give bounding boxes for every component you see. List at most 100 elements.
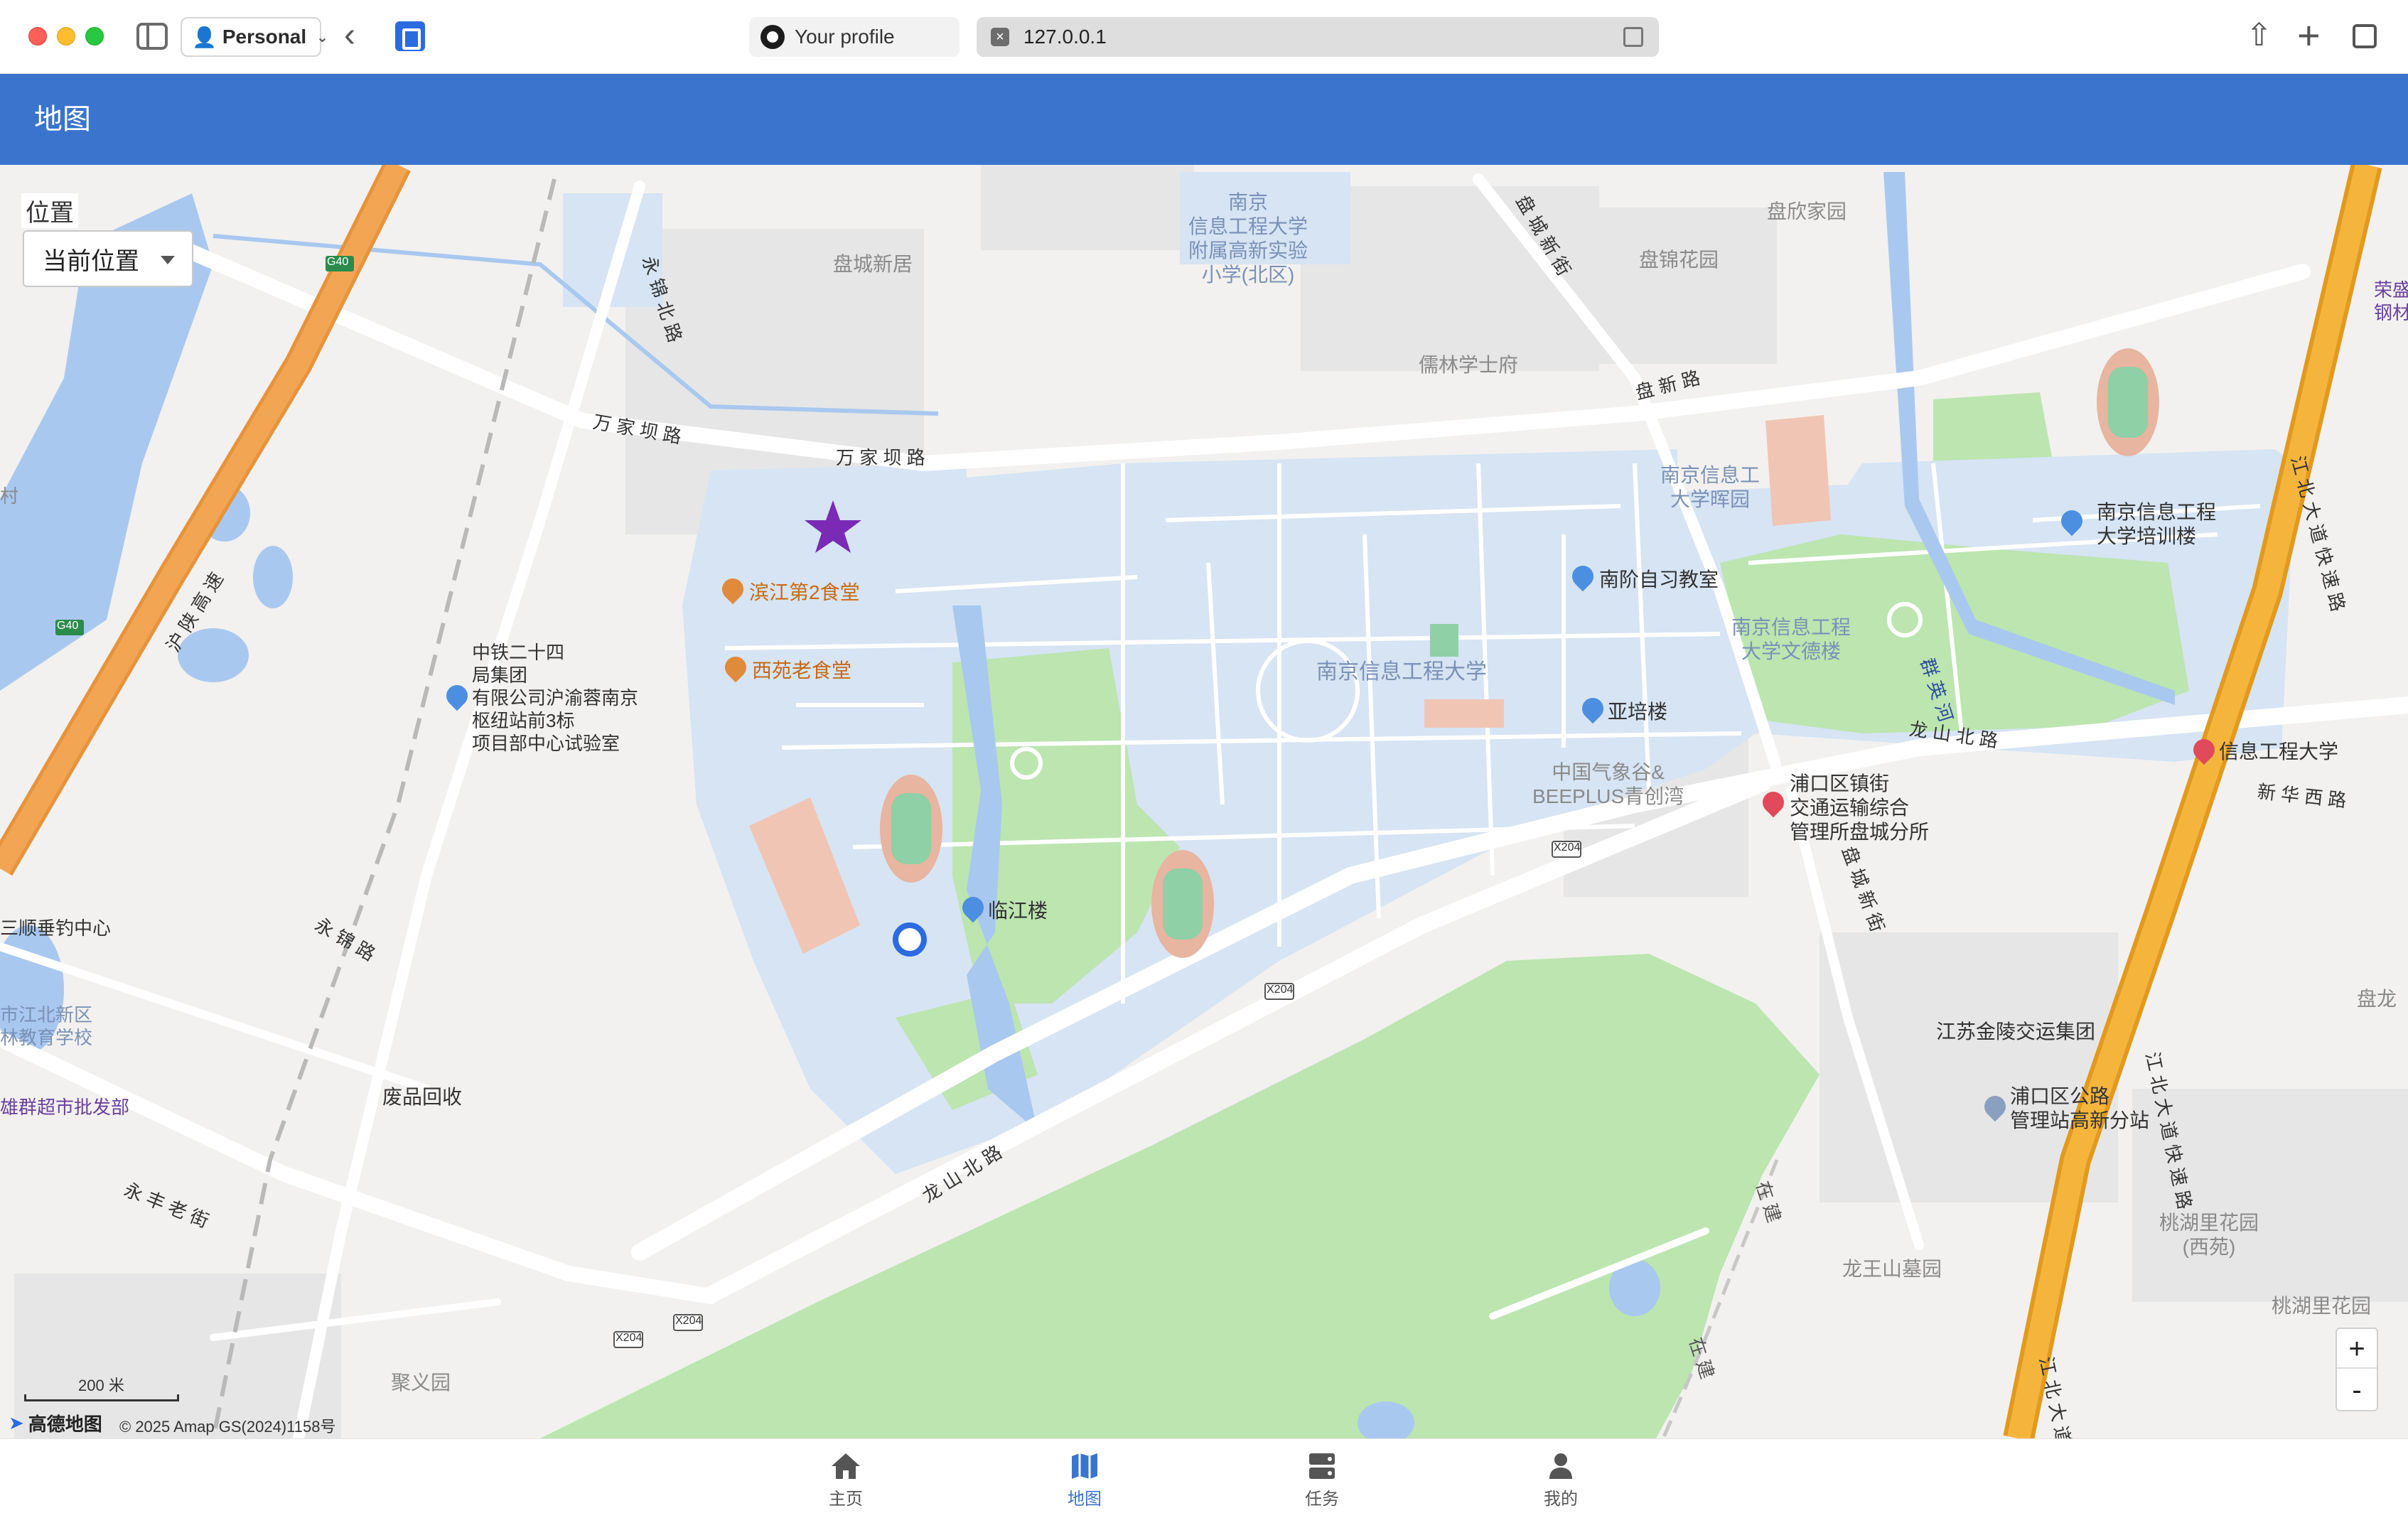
bottom-navigation: 主页 地图 任务 我的 [0, 1438, 2408, 1518]
shield-g40: G40 [327, 256, 349, 268]
location-select[interactable]: 当前位置 [23, 230, 193, 287]
close-tab-icon[interactable]: × [991, 28, 1009, 46]
building-pin-icon[interactable] [441, 680, 473, 711]
minimize-window-button[interactable] [57, 27, 75, 45]
place-taohu: 桃湖里花园 [2272, 1295, 2372, 1317]
road-label-zaijian-2: 在 建 [1684, 1335, 1719, 1382]
place-huiyuan: 南京信息工 大学晖园 [1660, 464, 1761, 510]
road-label-wanjiaba: 万 家 坝 路 [591, 411, 684, 448]
road-label-yongjinbei: 永 锦 北 路 [638, 253, 687, 345]
user-icon [1549, 1453, 1572, 1479]
place-nanjie-zixi: 南阶自习教室 [1599, 569, 1719, 591]
nav-mine-label: 我的 [1544, 1490, 1578, 1509]
tab-overview-icon[interactable] [2353, 24, 2377, 48]
road-label-jiangbei-3: 江 北 大 道 [2035, 1355, 2075, 1438]
place-weather-valley: 中国气象谷& BEEPLUS青创湾 [1532, 761, 1684, 807]
fullscreen-window-button[interactable] [85, 27, 104, 45]
github-icon [760, 25, 785, 49]
building-pin-icon[interactable] [957, 892, 989, 923]
road-label-longshanbei: 龙 山 北 路 [1908, 718, 1999, 752]
nav-mine[interactable]: 我的 [1518, 1445, 1603, 1513]
canteen-pin-icon[interactable] [717, 574, 748, 605]
place-xinxi-daxue: 信息工程大学 [2219, 741, 2339, 763]
nav-home-label: 主页 [829, 1490, 863, 1509]
tab-title: Your profile [795, 26, 895, 48]
shield-g40-2: G40 [57, 620, 79, 632]
profile-switcher[interactable]: 👤 Personal ⌄ [181, 17, 328, 57]
share-icon[interactable]: ⇧ [2246, 20, 2272, 51]
new-tab-icon[interactable]: + [2297, 16, 2321, 55]
place-cun: 村 [0, 485, 19, 507]
place-peixunlou: 南京信息工程 大学培训楼 [2097, 501, 2217, 547]
chevron-down-icon: ⌄ [316, 29, 328, 45]
place-taohu-xi: 桃湖里花园 (西苑) [2159, 1212, 2259, 1258]
place-longwang: 龙王山墓园 [1842, 1258, 1942, 1280]
page-title: 地图 [34, 104, 91, 135]
nav-tasks-label: 任务 [1305, 1490, 1339, 1509]
tasks-icon [1309, 1453, 1335, 1479]
building-pin-icon[interactable] [2056, 505, 2087, 537]
road-label-panchengxin-2: 盘 城 新 街 [1837, 843, 1889, 935]
nav-map-label: 地图 [1068, 1490, 1102, 1509]
amap-logo: ➤ 高德地图 [9, 1410, 102, 1436]
browser-toolbar: 👤 Personal ⌄ ‹ Your profile × 127.0.0.1 … [0, 0, 2408, 74]
tab-active-url[interactable]: × 127.0.0.1 [977, 17, 1659, 57]
road-label-jiangbei-1: 江 北 大 道 快 速 路 [2286, 453, 2349, 614]
amap-arrow-icon: ➤ [9, 1412, 24, 1433]
sidebar-toggle-icon[interactable] [136, 23, 168, 50]
place-xiyuan-canteen: 西苑老食堂 [752, 660, 852, 682]
place-yapeilou: 亚培楼 [1608, 701, 1668, 723]
building-pin-icon[interactable] [1577, 693, 1608, 724]
close-window-button[interactable] [28, 27, 47, 45]
place-panjin-huayuan: 盘锦花园 [1639, 249, 1719, 271]
place-nuist: 南京信息工程大学 [1316, 660, 1487, 684]
building-pin-icon[interactable] [1567, 561, 1598, 592]
app-header: 地图 [0, 74, 2408, 165]
dropdown-arrow-icon [161, 256, 175, 264]
place-school-north: 南京 信息工程大学 附属高新实验 小学(北区) [1188, 191, 1308, 286]
government-pin-icon[interactable] [2188, 734, 2220, 765]
place-panxin-jiayuan: 盘欣家园 [1767, 200, 1847, 222]
zoom-control: + - [2336, 1328, 2378, 1411]
nav-home[interactable]: 主页 [803, 1445, 888, 1513]
zoom-in-button[interactable]: + [2337, 1329, 2377, 1369]
map-icon [1072, 1453, 1097, 1479]
place-juyiyuan: 聚义园 [391, 1372, 451, 1394]
location-select-value: 当前位置 [43, 247, 139, 275]
back-arrow-icon[interactable]: ‹ [344, 18, 355, 53]
nav-map[interactable]: 地图 [1042, 1445, 1127, 1513]
road-label-panxin: 盘 新 路 [1633, 367, 1703, 404]
address-bar-url[interactable]: 127.0.0.1 [1023, 26, 1107, 48]
place-crcc: 中铁二十四 局集团 有限公司沪渝蓉南京 枢纽站前3标 项目部中心试验室 [472, 642, 639, 754]
shield-x204: X204 [1554, 841, 1581, 854]
map-attribution: © 2025 Amap GS(2024)1158号 [119, 1418, 336, 1436]
road-label-huning: 沪 陕 高 速 [162, 569, 228, 656]
road-label-panchengxin: 盘 城 新 街 [1512, 191, 1575, 280]
tab-your-profile[interactable]: Your profile [749, 17, 960, 57]
place-panlong: 盘龙 [2357, 988, 2397, 1010]
place-highway-station: 浦口区公路 管理站高新分站 [2010, 1085, 2150, 1131]
place-supermarket: 雄群超市批发部 [0, 1097, 130, 1118]
reader-mode-icon[interactable] [1623, 27, 1643, 47]
government-pin-icon[interactable] [1758, 787, 1789, 818]
place-rulin-xueshifu: 儒林学士府 [1419, 354, 1519, 376]
extension-icon[interactable] [395, 21, 425, 51]
location-label: 位置 [21, 193, 78, 228]
road-label-xinhuaxi: 新 华 西 路 [2256, 780, 2348, 812]
profile-name: Personal [222, 26, 307, 48]
road-label-yongjin: 永 锦 路 [311, 913, 380, 965]
place-transport: 浦口区镇街 交通运输综合 管理所盘城分所 [1790, 773, 1930, 843]
nav-tasks[interactable]: 任务 [1279, 1445, 1365, 1513]
road-label-longshanbei-2: 龙 山 北 路 [918, 1141, 1006, 1207]
place-rongsheng: 荣盛 钢材 [2374, 279, 2408, 323]
building-pin-icon[interactable] [1979, 1091, 2011, 1122]
canteen-pin-icon[interactable] [720, 652, 751, 683]
place-recycle: 废品回收 [382, 1086, 463, 1108]
map-view[interactable]: 万 家 坝 路 万 家 坝 路 盘 新 路 龙 山 北 路 龙 山 北 路 永 … [0, 165, 2408, 1438]
person-icon: 👤 [192, 26, 217, 48]
zoom-out-button[interactable]: - [2337, 1370, 2377, 1410]
shield-x204-2: X204 [1267, 984, 1294, 996]
home-icon [832, 1453, 860, 1479]
scale-bar [24, 1394, 179, 1401]
road-label-wanjiaba-2: 万 家 坝 路 [836, 447, 925, 468]
